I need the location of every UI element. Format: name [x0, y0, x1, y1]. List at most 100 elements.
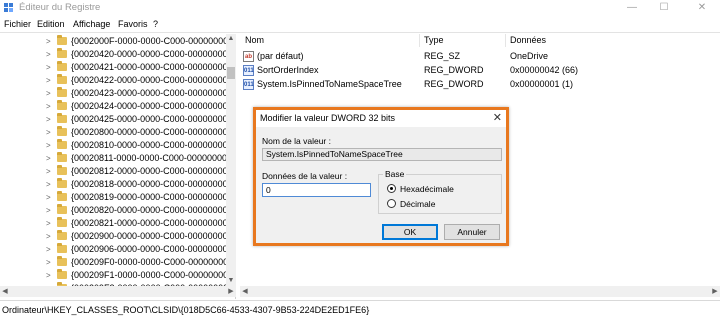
- tree-item[interactable]: > {00020421-0000-0000-C000-000000000(: [0, 61, 226, 74]
- radio-decimal[interactable]: [387, 199, 396, 208]
- expand-arrow-icon[interactable]: >: [46, 139, 51, 152]
- value-data-input[interactable]: 0: [262, 183, 371, 197]
- tree-item[interactable]: > {00020425-0000-0000-C000-000000000(: [0, 113, 226, 126]
- expand-arrow-icon[interactable]: >: [46, 230, 51, 243]
- folder-icon: [57, 204, 67, 214]
- tree-item-label: {000209F1-0000-0000-C000-000000000(: [71, 270, 226, 280]
- cancel-button[interactable]: Annuler: [444, 224, 500, 240]
- value-data: 0x00000001 (1): [510, 79, 574, 89]
- column-header-type[interactable]: Type: [424, 35, 444, 45]
- tree-item-label: {00020812-0000-0000-C000-000000000(: [71, 166, 226, 176]
- tree-item[interactable]: > {00020810-0000-0000-C000-000000000(: [0, 139, 226, 152]
- scroll-up-arrow-icon[interactable]: ▲: [226, 34, 236, 44]
- tree-vertical-scrollbar[interactable]: ▲ ▼: [226, 34, 236, 286]
- menu-affichage[interactable]: Affichage: [73, 19, 110, 29]
- values-horizontal-scrollbar[interactable]: ◀ ▶: [240, 286, 720, 297]
- expand-arrow-icon[interactable]: >: [46, 100, 51, 113]
- expand-arrow-icon[interactable]: >: [46, 191, 51, 204]
- expand-arrow-icon[interactable]: >: [46, 243, 51, 256]
- tree-item[interactable]: > {00020906-0000-0000-C000-000000000(: [0, 243, 226, 256]
- scroll-right-arrow-icon[interactable]: ▶: [710, 286, 720, 297]
- expand-arrow-icon[interactable]: >: [46, 61, 51, 74]
- dword-value-icon: 011: [243, 79, 254, 90]
- expand-arrow-icon[interactable]: >: [46, 217, 51, 230]
- edit-dword-dialog: Modifier la valeur DWORD 32 bits ✕ Nom d…: [253, 107, 509, 246]
- expand-arrow-icon[interactable]: >: [46, 178, 51, 191]
- folder-icon: [57, 191, 67, 201]
- folder-icon: [57, 178, 67, 188]
- menu-separator: [0, 32, 720, 33]
- radio-hexadecimal[interactable]: [387, 184, 396, 193]
- expand-arrow-icon[interactable]: >: [46, 74, 51, 87]
- column-header-name[interactable]: Nom: [245, 35, 264, 45]
- radio-hexadecimal-label[interactable]: Hexadécimale: [400, 184, 454, 194]
- dialog-close-icon[interactable]: ✕: [493, 111, 502, 124]
- scroll-thumb[interactable]: [227, 67, 235, 79]
- expand-arrow-icon[interactable]: >: [46, 256, 51, 269]
- tree-item-label: {00020811-0000-0000-C000-000000000(: [71, 153, 226, 163]
- base-group: [378, 174, 502, 214]
- tree-item[interactable]: > {00020424-0000-0000-C000-000000000(: [0, 100, 226, 113]
- expand-arrow-icon[interactable]: >: [46, 269, 51, 282]
- scroll-left-arrow-icon[interactable]: ◀: [0, 286, 10, 297]
- tree-item-label: {00020425-0000-0000-C000-000000000(: [71, 114, 226, 124]
- tree-item[interactable]: > {00020900-0000-0000-C000-000000000(: [0, 230, 226, 243]
- scroll-down-arrow-icon[interactable]: ▼: [226, 276, 236, 286]
- expand-arrow-icon[interactable]: >: [46, 204, 51, 217]
- maximize-button[interactable]: ☐: [650, 0, 678, 16]
- menu-fichier[interactable]: Fichier: [4, 19, 31, 29]
- folder-icon: [57, 230, 67, 240]
- tree-item[interactable]: > {00020800-0000-0000-C000-000000000(: [0, 126, 226, 139]
- folder-icon: [57, 126, 67, 136]
- value-row[interactable]: ab (par défaut) REG_SZ OneDrive: [243, 50, 713, 64]
- folder-icon: [57, 113, 67, 123]
- expand-arrow-icon[interactable]: >: [46, 165, 51, 178]
- folder-icon: [57, 139, 67, 149]
- value-row[interactable]: 011 SortOrderIndex REG_DWORD 0x00000042 …: [243, 64, 713, 78]
- expand-arrow-icon[interactable]: >: [46, 48, 51, 61]
- tree-item-label: {00020819-0000-0000-C000-000000000(: [71, 192, 226, 202]
- ok-button[interactable]: OK: [382, 224, 438, 240]
- tree-item[interactable]: > {00020811-0000-0000-C000-000000000(: [0, 152, 226, 165]
- tree-item[interactable]: > {0002000F-0000-0000-C000-000000000(: [0, 35, 226, 48]
- registry-path: Ordinateur\HKEY_CLASSES_ROOT\CLSID\{018D…: [2, 305, 370, 315]
- minimize-button[interactable]: —: [618, 0, 646, 16]
- expand-arrow-icon[interactable]: >: [46, 126, 51, 139]
- tree-item[interactable]: > {00020818-0000-0000-C000-000000000(: [0, 178, 226, 191]
- radio-decimal-label[interactable]: Décimale: [400, 199, 435, 209]
- column-header-data[interactable]: Données: [510, 35, 546, 45]
- menu-help[interactable]: ?: [153, 19, 158, 29]
- folder-icon: [57, 165, 67, 175]
- folder-icon: [57, 74, 67, 84]
- folder-icon: [57, 256, 67, 266]
- menu-bar: Fichier Edition Affichage Favoris ?: [0, 17, 720, 32]
- value-row[interactable]: 011 System.IsPinnedToNameSpaceTree REG_D…: [243, 78, 713, 92]
- string-value-icon: ab: [243, 51, 254, 62]
- column-divider[interactable]: [505, 34, 506, 47]
- expand-arrow-icon[interactable]: >: [46, 35, 51, 48]
- column-divider[interactable]: [419, 34, 420, 47]
- menu-favoris[interactable]: Favoris: [118, 19, 148, 29]
- tree-item[interactable]: > {00020422-0000-0000-C000-000000000(: [0, 74, 226, 87]
- registry-editor-icon: [4, 3, 13, 12]
- scroll-left-arrow-icon[interactable]: ◀: [240, 286, 250, 297]
- tree-item[interactable]: > {000209F0-0000-0000-C000-000000000(: [0, 256, 226, 269]
- tree-item-label: {00020810-0000-0000-C000-000000000(: [71, 140, 226, 150]
- scroll-right-arrow-icon[interactable]: ▶: [226, 286, 236, 297]
- tree-item[interactable]: > {00020821-0000-0000-C000-000000000(: [0, 217, 226, 230]
- tree-item[interactable]: > {00020423-0000-0000-C000-000000000(: [0, 87, 226, 100]
- tree-item[interactable]: > {000209F1-0000-0000-C000-000000000(: [0, 269, 226, 282]
- expand-arrow-icon[interactable]: >: [46, 152, 51, 165]
- expand-arrow-icon[interactable]: >: [46, 87, 51, 100]
- tree-item-label: {00020424-0000-0000-C000-000000000(: [71, 101, 226, 111]
- value-name: (par défaut): [257, 51, 304, 61]
- tree-item[interactable]: > {00020819-0000-0000-C000-000000000(: [0, 191, 226, 204]
- tree-horizontal-scrollbar[interactable]: ◀ ▶: [0, 286, 236, 297]
- tree-item[interactable]: > {00020420-0000-0000-C000-000000000(: [0, 48, 226, 61]
- expand-arrow-icon[interactable]: >: [46, 113, 51, 126]
- dialog-title: Modifier la valeur DWORD 32 bits: [260, 113, 396, 123]
- tree-item[interactable]: > {00020812-0000-0000-C000-000000000(: [0, 165, 226, 178]
- close-button[interactable]: ✕: [688, 0, 716, 16]
- menu-edition[interactable]: Edition: [37, 19, 65, 29]
- tree-item[interactable]: > {00020820-0000-0000-C000-000000000(: [0, 204, 226, 217]
